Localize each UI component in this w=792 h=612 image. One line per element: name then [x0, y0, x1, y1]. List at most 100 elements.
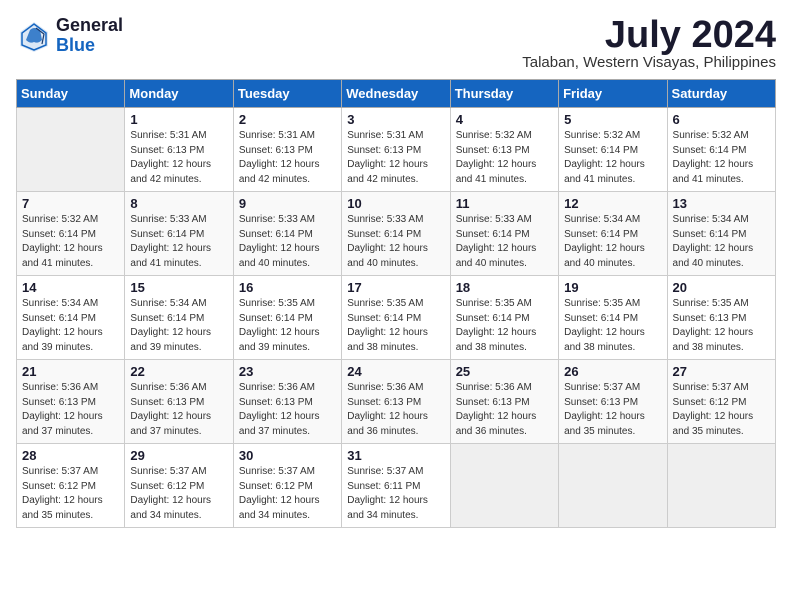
- header-friday: Friday: [559, 80, 667, 108]
- day-info: Sunrise: 5:34 AM Sunset: 6:14 PM Dayligh…: [22, 297, 119, 355]
- day-info: Sunrise: 5:33 AM Sunset: 6:14 PM Dayligh…: [456, 213, 553, 271]
- day-number: 26: [564, 364, 661, 379]
- day-info: Sunrise: 5:32 AM Sunset: 6:13 PM Dayligh…: [456, 129, 553, 187]
- day-number: 8: [130, 196, 227, 211]
- calendar-day: 11 Sunrise: 5:33 AM Sunset: 6:14 PM Dayli…: [450, 192, 558, 276]
- day-number: 1: [130, 112, 227, 127]
- calendar-day: 12Sunrise: 5:34 AM Sunset: 6:14 PM Dayli…: [559, 192, 667, 276]
- day-info: Sunrise: 5:31 AM Sunset: 6:13 PM Dayligh…: [130, 129, 227, 187]
- day-number: 13: [673, 196, 770, 211]
- day-info: Sunrise: 5:34 AM Sunset: 6:14 PM Dayligh…: [130, 297, 227, 355]
- day-number: 19: [564, 280, 661, 295]
- day-number: 3: [347, 112, 444, 127]
- day-info: Sunrise: 5:36 AM Sunset: 6:13 PM Dayligh…: [22, 381, 119, 439]
- calendar-day: 3 Sunrise: 5:31 AM Sunset: 6:13 PM Daylig…: [342, 108, 450, 192]
- day-number: 29: [130, 448, 227, 463]
- day-info: Sunrise: 5:37 AM Sunset: 6:12 PM Dayligh…: [673, 381, 770, 439]
- calendar-week-3: 14 Sunrise: 5:34 AM Sunset: 6:14 PM Dayli…: [17, 276, 776, 360]
- day-number: 18: [456, 280, 553, 295]
- header-tuesday: Tuesday: [233, 80, 341, 108]
- calendar-day: 14 Sunrise: 5:34 AM Sunset: 6:14 PM Dayli…: [17, 276, 125, 360]
- day-info: Sunrise: 5:35 AM Sunset: 6:14 PM Dayligh…: [456, 297, 553, 355]
- day-number: 27: [673, 364, 770, 379]
- day-info: Sunrise: 5:35 AM Sunset: 6:14 PM Dayligh…: [347, 297, 444, 355]
- calendar-day: 5 Sunrise: 5:32 AM Sunset: 6:14 PM Daylig…: [559, 108, 667, 192]
- calendar-day: [450, 444, 558, 528]
- header-sunday: Sunday: [17, 80, 125, 108]
- day-number: 6: [673, 112, 770, 127]
- day-number: 25: [456, 364, 553, 379]
- calendar-day: 2 Sunrise: 5:31 AM Sunset: 6:13 PM Daylig…: [233, 108, 341, 192]
- calendar-day: 25Sunrise: 5:36 AM Sunset: 6:13 PM Dayli…: [450, 360, 558, 444]
- calendar-day: 13 Sunrise: 5:34 AM Sunset: 6:14 PM Dayli…: [667, 192, 775, 276]
- logo-text-general: General: [56, 16, 123, 36]
- day-number: 23: [239, 364, 336, 379]
- calendar-day: 26 Sunrise: 5:37 AM Sunset: 6:13 PM Dayli…: [559, 360, 667, 444]
- day-number: 7: [22, 196, 119, 211]
- day-number: 10: [347, 196, 444, 211]
- day-number: 11: [456, 196, 553, 211]
- logo: General Blue: [16, 16, 123, 56]
- calendar-day: 27 Sunrise: 5:37 AM Sunset: 6:12 PM Dayli…: [667, 360, 775, 444]
- calendar-day: 20 Sunrise: 5:35 AM Sunset: 6:13 PM Dayli…: [667, 276, 775, 360]
- header-wednesday: Wednesday: [342, 80, 450, 108]
- calendar-day: [17, 108, 125, 192]
- calendar-week-1: 1 Sunrise: 5:31 AM Sunset: 6:13 PM Daylig…: [17, 108, 776, 192]
- logo-icon: [16, 18, 52, 54]
- day-info: Sunrise: 5:37 AM Sunset: 6:12 PM Dayligh…: [130, 465, 227, 523]
- calendar-day: 31Sunrise: 5:37 AM Sunset: 6:11 PM Dayli…: [342, 444, 450, 528]
- calendar-week-5: 28 Sunrise: 5:37 AM Sunset: 6:12 PM Dayli…: [17, 444, 776, 528]
- day-info: Sunrise: 5:37 AM Sunset: 6:12 PM Dayligh…: [239, 465, 336, 523]
- day-number: 4: [456, 112, 553, 127]
- day-info: Sunrise: 5:37 AM Sunset: 6:11 PM Dayligh…: [347, 465, 444, 523]
- day-info: Sunrise: 5:33 AM Sunset: 6:14 PM Dayligh…: [130, 213, 227, 271]
- day-number: 17: [347, 280, 444, 295]
- day-number: 28: [22, 448, 119, 463]
- day-number: 20: [673, 280, 770, 295]
- calendar-header-row: SundayMondayTuesdayWednesdayThursdayFrid…: [17, 80, 776, 108]
- day-info: Sunrise: 5:37 AM Sunset: 6:13 PM Dayligh…: [564, 381, 661, 439]
- day-info: Sunrise: 5:31 AM Sunset: 6:13 PM Dayligh…: [347, 129, 444, 187]
- day-info: Sunrise: 5:33 AM Sunset: 6:14 PM Dayligh…: [347, 213, 444, 271]
- day-number: 24: [347, 364, 444, 379]
- day-info: Sunrise: 5:32 AM Sunset: 6:14 PM Dayligh…: [673, 129, 770, 187]
- calendar-day: 24 Sunrise: 5:36 AM Sunset: 6:13 PM Dayli…: [342, 360, 450, 444]
- day-info: Sunrise: 5:31 AM Sunset: 6:13 PM Dayligh…: [239, 129, 336, 187]
- day-info: Sunrise: 5:35 AM Sunset: 6:14 PM Dayligh…: [564, 297, 661, 355]
- day-info: Sunrise: 5:36 AM Sunset: 6:13 PM Dayligh…: [130, 381, 227, 439]
- day-number: 22: [130, 364, 227, 379]
- day-info: Sunrise: 5:34 AM Sunset: 6:14 PM Dayligh…: [564, 213, 661, 271]
- day-number: 14: [22, 280, 119, 295]
- header-monday: Monday: [125, 80, 233, 108]
- day-info: Sunrise: 5:34 AM Sunset: 6:14 PM Dayligh…: [673, 213, 770, 271]
- calendar-day: 7Sunrise: 5:32 AM Sunset: 6:14 PM Daylig…: [17, 192, 125, 276]
- calendar-table: SundayMondayTuesdayWednesdayThursdayFrid…: [16, 79, 776, 528]
- calendar-day: 30Sunrise: 5:37 AM Sunset: 6:12 PM Dayli…: [233, 444, 341, 528]
- calendar-day: 16Sunrise: 5:35 AM Sunset: 6:14 PM Dayli…: [233, 276, 341, 360]
- logo-text-blue: Blue: [56, 36, 123, 56]
- day-info: Sunrise: 5:35 AM Sunset: 6:13 PM Dayligh…: [673, 297, 770, 355]
- calendar-day: 19 Sunrise: 5:35 AM Sunset: 6:14 PM Dayli…: [559, 276, 667, 360]
- calendar-day: 1 Sunrise: 5:31 AM Sunset: 6:13 PM Daylig…: [125, 108, 233, 192]
- calendar-day: 17 Sunrise: 5:35 AM Sunset: 6:14 PM Dayli…: [342, 276, 450, 360]
- calendar-day: 4 Sunrise: 5:32 AM Sunset: 6:13 PM Daylig…: [450, 108, 558, 192]
- calendar-day: 9Sunrise: 5:33 AM Sunset: 6:14 PM Daylig…: [233, 192, 341, 276]
- calendar-day: 29 Sunrise: 5:37 AM Sunset: 6:12 PM Dayli…: [125, 444, 233, 528]
- day-number: 5: [564, 112, 661, 127]
- day-number: 16: [239, 280, 336, 295]
- day-info: Sunrise: 5:36 AM Sunset: 6:13 PM Dayligh…: [239, 381, 336, 439]
- day-info: Sunrise: 5:32 AM Sunset: 6:14 PM Dayligh…: [564, 129, 661, 187]
- calendar-day: 18 Sunrise: 5:35 AM Sunset: 6:14 PM Dayli…: [450, 276, 558, 360]
- header-saturday: Saturday: [667, 80, 775, 108]
- day-info: Sunrise: 5:37 AM Sunset: 6:12 PM Dayligh…: [22, 465, 119, 523]
- header-thursday: Thursday: [450, 80, 558, 108]
- day-number: 15: [130, 280, 227, 295]
- month-year-title: July 2024: [522, 16, 776, 54]
- day-number: 2: [239, 112, 336, 127]
- calendar-day: [559, 444, 667, 528]
- calendar-day: 23 Sunrise: 5:36 AM Sunset: 6:13 PM Dayli…: [233, 360, 341, 444]
- day-info: Sunrise: 5:36 AM Sunset: 6:13 PM Dayligh…: [347, 381, 444, 439]
- calendar-day: 10 Sunrise: 5:33 AM Sunset: 6:14 PM Dayli…: [342, 192, 450, 276]
- page-header: General Blue July 2024 Talaban, Western …: [16, 16, 776, 71]
- calendar-day: 28 Sunrise: 5:37 AM Sunset: 6:12 PM Dayli…: [17, 444, 125, 528]
